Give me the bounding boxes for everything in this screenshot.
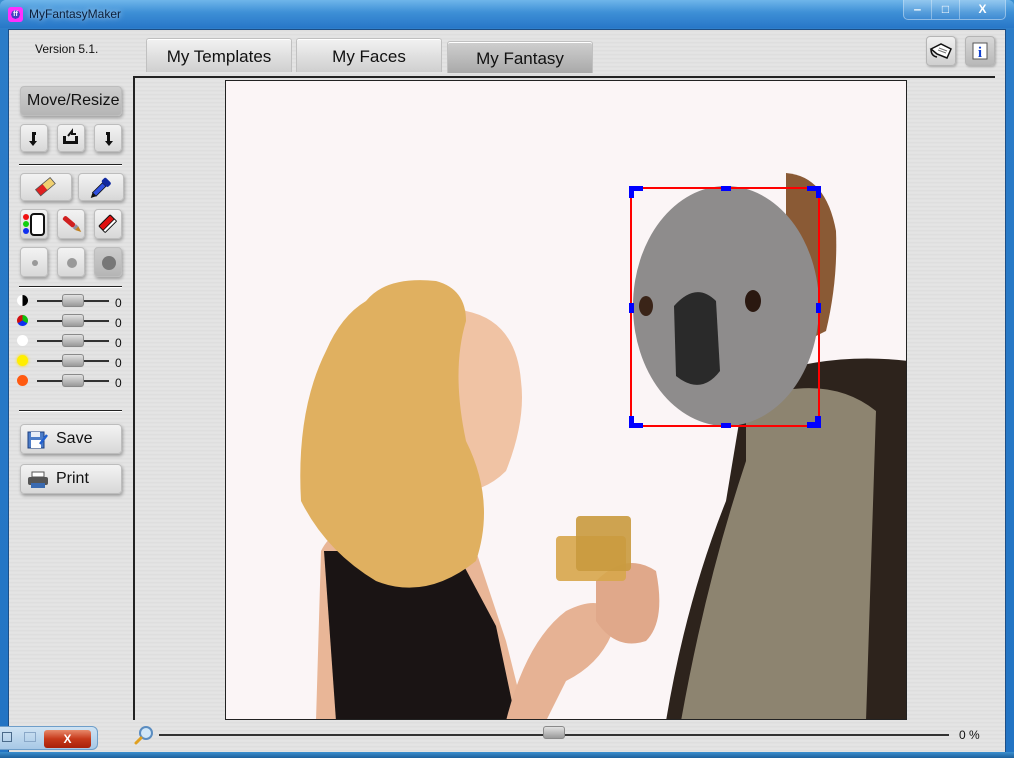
resize-handle-sw[interactable]: [629, 416, 634, 428]
zoom-value: 0 %: [959, 728, 980, 742]
adjust-slider-color-balance[interactable]: 0: [15, 312, 130, 330]
eraser-button[interactable]: [20, 173, 72, 201]
print-label: Print: [56, 470, 89, 487]
adjust-slider-brightness[interactable]: 0: [15, 332, 130, 350]
zoom-magnifier-icon: [134, 726, 153, 745]
flip-button[interactable]: [57, 124, 85, 152]
resize-handle-n[interactable]: [721, 186, 731, 191]
zoom-slider-thumb[interactable]: [543, 726, 565, 739]
version-label: Version 5.1.: [35, 42, 99, 56]
slider-value: 0: [115, 356, 122, 370]
client-area: Version 5.1. My Templates My Faces My Fa…: [8, 29, 1006, 753]
contrast-icon: [17, 295, 28, 306]
canvas-frame: [133, 76, 995, 720]
sidebar-divider: [19, 286, 122, 288]
minimized-window-controls: X: [0, 726, 98, 750]
sidebar-divider: [19, 410, 122, 412]
maximize-button[interactable]: □: [932, 0, 960, 19]
app-window: ff MyFantasyMaker ‒ □ X Version 5.1. My …: [0, 0, 1014, 758]
brush-size-small-icon: [32, 260, 38, 266]
minimize-button[interactable]: ‒: [904, 0, 932, 19]
resize-handle-ne[interactable]: [816, 186, 821, 198]
flip-icon: [63, 128, 78, 144]
slider-value: 0: [115, 296, 122, 310]
slider-thumb[interactable]: [62, 334, 84, 347]
resize-handle-se[interactable]: [815, 416, 821, 428]
tab-my-faces[interactable]: My Faces: [296, 38, 442, 72]
slider-value: 0: [115, 336, 122, 350]
rotate-left-icon: [29, 132, 37, 146]
resize-handle-s[interactable]: [721, 423, 731, 428]
save-icon: [27, 431, 48, 449]
brush-icon: [62, 216, 82, 232]
slider-thumb[interactable]: [62, 314, 84, 327]
window-title: MyFantasyMaker: [29, 7, 122, 21]
color-palette-button[interactable]: [20, 209, 48, 239]
brush-button[interactable]: [57, 209, 85, 239]
rotate-left-button[interactable]: [20, 124, 48, 152]
help-book-icon: [929, 43, 952, 59]
color-balance-icon: [17, 315, 28, 326]
fantasy-photo[interactable]: [225, 80, 907, 720]
app-logo-icon: ff: [8, 7, 23, 22]
taskbar: [0, 752, 1014, 758]
slider-thumb[interactable]: [62, 374, 84, 387]
maximize-icon[interactable]: [24, 732, 36, 742]
adjust-slider-warmth[interactable]: 0: [15, 372, 130, 390]
brush-size-large-icon: [102, 256, 116, 270]
restore-icon[interactable]: [2, 732, 12, 742]
warmth-icon: [17, 375, 28, 386]
slider-value: 0: [115, 316, 122, 330]
adjust-slider-contrast[interactable]: 0: [15, 292, 130, 310]
slider-value: 0: [115, 376, 122, 390]
print-icon: [28, 471, 48, 488]
slider-thumb[interactable]: [62, 294, 84, 307]
light-icon: [17, 355, 28, 366]
caption-buttons: ‒ □ X: [903, 0, 1006, 20]
rotate-right-icon: [105, 132, 113, 146]
eraser-icon: [34, 176, 56, 197]
glass-2: [576, 516, 631, 571]
resize-handle-e[interactable]: [816, 303, 821, 313]
print-button[interactable]: Print: [20, 464, 122, 494]
mini-close-button[interactable]: X: [44, 730, 91, 748]
tab-my-templates[interactable]: My Templates: [146, 38, 292, 72]
brush-size-large-button[interactable]: [94, 247, 122, 277]
sidebar-divider: [19, 164, 122, 166]
brush-size-medium-button[interactable]: [57, 247, 85, 277]
resize-handle-w[interactable]: [629, 303, 634, 313]
tool-sidebar: Move/Resize 0 0 0 0 0 Save Print: [9, 78, 133, 750]
rotate-right-button[interactable]: [94, 124, 122, 152]
tab-my-fantasy[interactable]: My Fantasy: [447, 41, 593, 73]
color-palette-icon: [23, 213, 45, 236]
save-button[interactable]: Save: [20, 424, 122, 454]
info-icon: i: [972, 42, 988, 61]
eyedropper-icon: [90, 177, 111, 198]
close-button[interactable]: X: [960, 0, 1005, 19]
slider-thumb[interactable]: [62, 354, 84, 367]
brush-size-medium-icon: [67, 258, 77, 268]
brush-size-small-button[interactable]: [20, 247, 48, 277]
move-resize-button[interactable]: Move/Resize: [20, 86, 122, 116]
save-label: Save: [56, 430, 93, 447]
red-eraser-icon: [98, 214, 118, 234]
title-bar[interactable]: ff MyFantasyMaker ‒ □ X: [0, 0, 1014, 28]
zoom-bar: 0 %: [133, 720, 995, 750]
brightness-icon: [17, 335, 28, 346]
svg-text:i: i: [978, 45, 982, 61]
info-button[interactable]: i: [965, 36, 995, 66]
face-selection-box[interactable]: [629, 186, 821, 428]
move-resize-label: Move/Resize: [27, 92, 120, 109]
red-eraser-button[interactable]: [94, 209, 122, 239]
resize-handle-nw[interactable]: [629, 186, 634, 198]
eyedropper-button[interactable]: [78, 173, 124, 201]
adjust-slider-light[interactable]: 0: [15, 352, 130, 370]
help-button[interactable]: [926, 36, 956, 66]
